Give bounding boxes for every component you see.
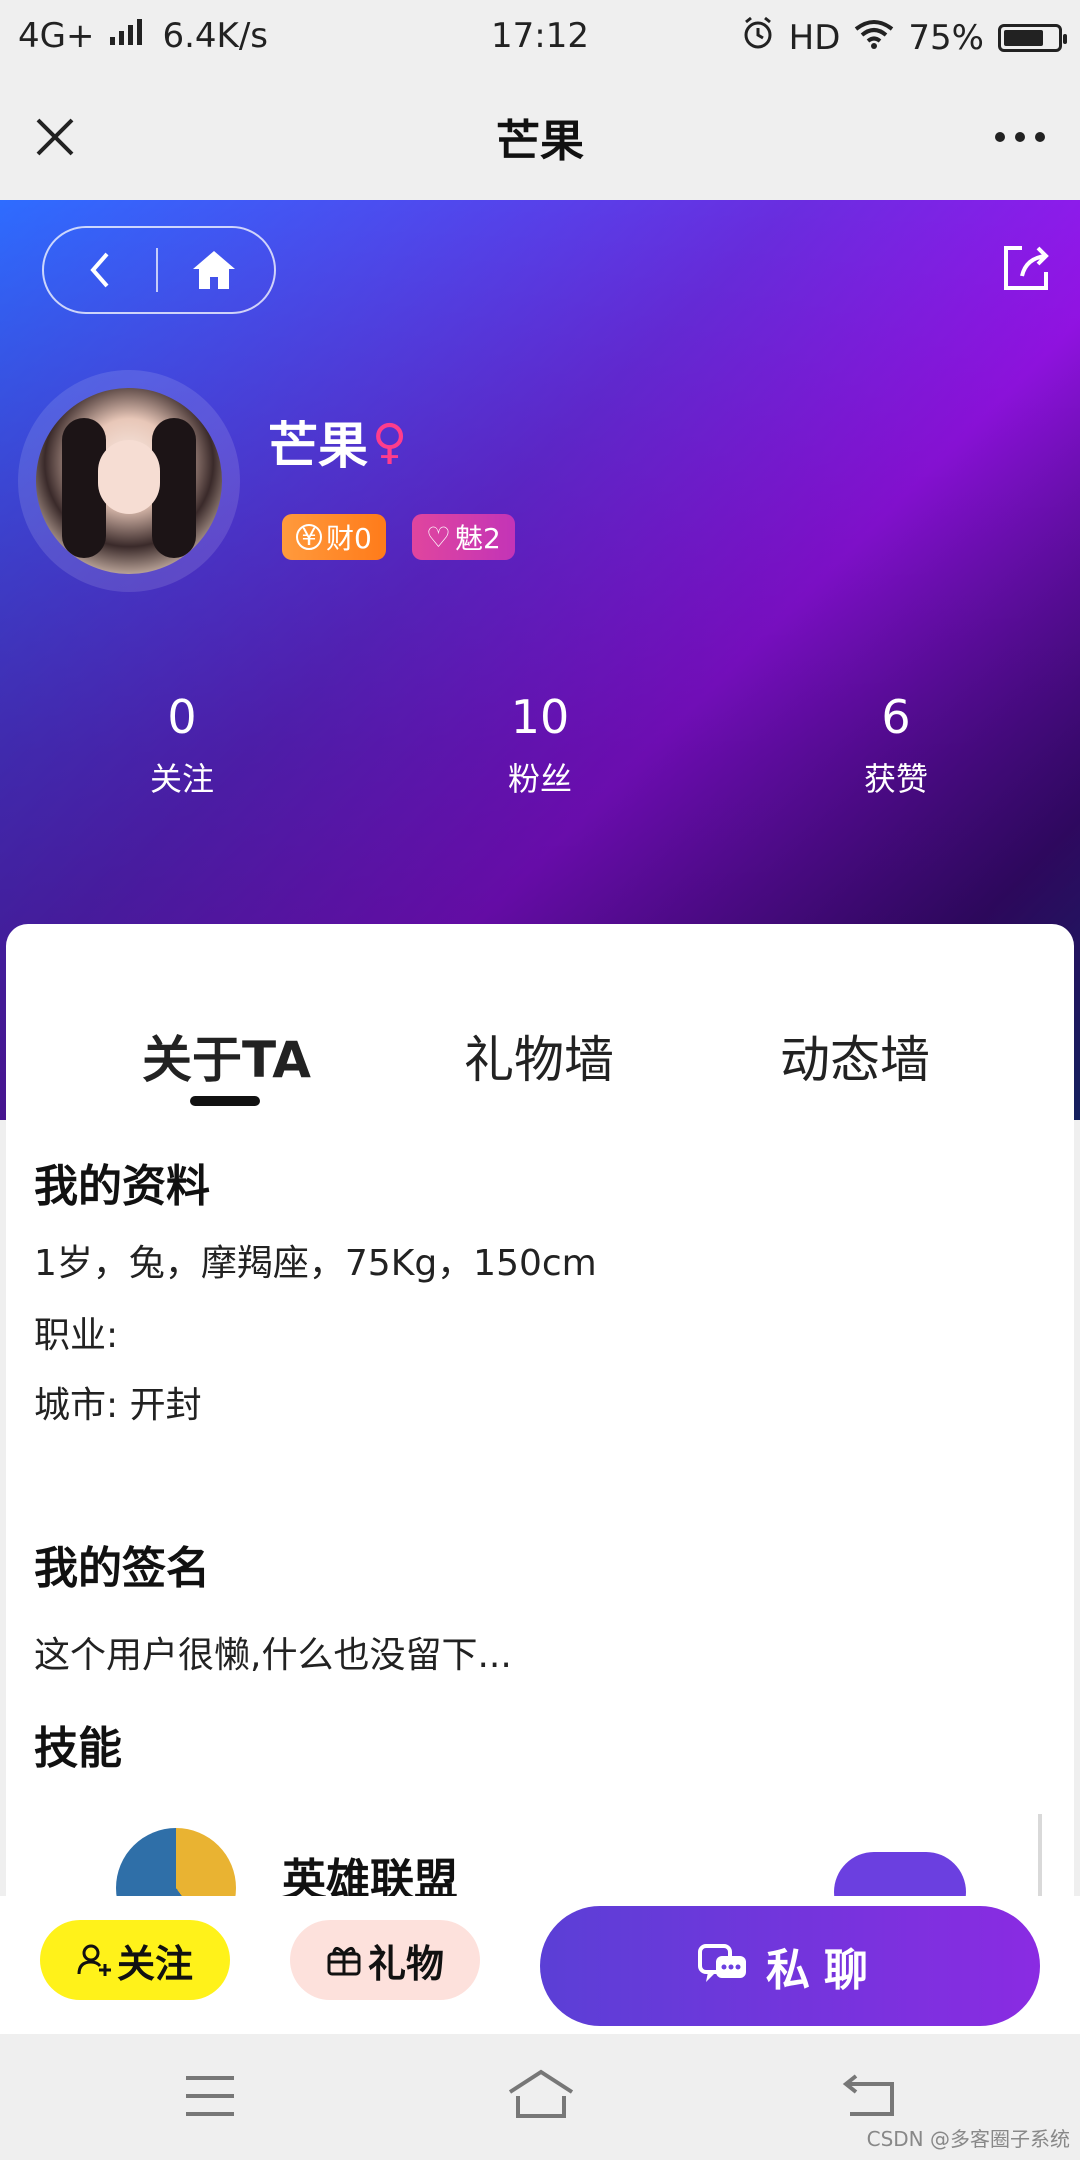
- heart-icon: ♡: [425, 520, 451, 554]
- profile-name-row: 芒果 ♀: [268, 406, 407, 478]
- badge-row: ¥ 财0 ♡ 魅2: [282, 514, 515, 560]
- back-arrow-icon: [842, 2074, 894, 2116]
- battery-percent: 75%: [908, 17, 984, 58]
- add-user-icon: [77, 1944, 111, 1976]
- tab-bar: 关于TA 礼物墙 动态墙: [6, 924, 1074, 1124]
- gift-button[interactable]: 礼物: [290, 1920, 480, 2000]
- chat-bubble-icon: [698, 1944, 746, 1982]
- close-icon: [36, 118, 74, 156]
- share-button[interactable]: [998, 240, 1054, 296]
- close-button[interactable]: [30, 112, 80, 162]
- charm-badge-label: 魅2: [454, 522, 501, 555]
- wealth-badge: ¥ 财0: [282, 514, 386, 560]
- signature-text: 这个用户很懒,什么也没留下...: [34, 1635, 512, 1676]
- charm-badge: ♡ 魅2: [411, 514, 515, 560]
- stat-following[interactable]: 0 关注: [82, 690, 282, 800]
- stat-value: 0: [167, 690, 197, 744]
- signature-section-title: 我的签名: [34, 1543, 210, 1594]
- system-nav-bar: CSDN @多客圈子系统: [0, 2034, 1080, 2160]
- menu-icon: [186, 2076, 234, 2116]
- profile-section-title: 我的资料: [34, 1161, 210, 1212]
- gift-icon: [327, 1947, 361, 1976]
- avatar[interactable]: [36, 388, 222, 574]
- stat-value: 10: [510, 690, 570, 744]
- city-line: 城市: 开封: [34, 1385, 202, 1426]
- avatar-ring: [18, 370, 240, 592]
- watermark: CSDN @多客圈子系统: [866, 2127, 1070, 2151]
- action-bar: 关注 礼物 私聊: [0, 1896, 1080, 2034]
- profile-info-line: 1岁，兔，摩羯座，75Kg，150cm: [34, 1243, 597, 1284]
- home-button[interactable]: [158, 228, 270, 312]
- wealth-badge-label: 财0: [326, 522, 372, 555]
- wifi-icon: [854, 18, 894, 58]
- status-bar: 4G+ 6.4K/s 17:12 HD 75%: [0, 0, 1080, 74]
- tab-moments-wall[interactable]: 动态墙: [780, 1020, 930, 1092]
- system-home-button[interactable]: [506, 2068, 576, 2122]
- stat-value: 6: [881, 690, 911, 744]
- battery-icon: [998, 23, 1067, 52]
- page-title: 芒果: [496, 116, 584, 167]
- stat-likes[interactable]: 6 获赞: [796, 690, 996, 800]
- tab-gift-wall[interactable]: 礼物墙: [464, 1020, 614, 1092]
- stat-followers[interactable]: 10 粉丝: [440, 690, 640, 800]
- home-outline-icon: [508, 2069, 574, 2118]
- stat-label: 获赞: [863, 760, 928, 798]
- tab-about[interactable]: 关于TA: [142, 1020, 311, 1092]
- gift-label: 礼物: [367, 1941, 444, 1986]
- stat-label: 关注: [149, 760, 214, 798]
- more-button[interactable]: [990, 112, 1050, 162]
- female-icon: ♀: [372, 414, 408, 470]
- skills-section-title: 技能: [34, 1723, 122, 1774]
- hd-indicator: HD: [788, 17, 841, 58]
- job-line: 职业:: [34, 1315, 119, 1356]
- chevron-left-icon: [90, 252, 109, 288]
- share-icon: [1004, 246, 1049, 290]
- system-back-button[interactable]: [842, 2072, 898, 2118]
- stat-label: 粉丝: [507, 760, 572, 798]
- more-icon: [995, 132, 1045, 142]
- nav-capsule: [42, 226, 276, 314]
- alarm-icon: [741, 16, 775, 59]
- follow-button[interactable]: 关注: [40, 1920, 230, 2000]
- title-bar: 芒果: [0, 74, 1080, 200]
- profile-name: 芒果: [268, 417, 368, 475]
- yen-coin-icon: ¥: [296, 524, 322, 550]
- tab-indicator: [190, 1096, 260, 1106]
- home-icon: [193, 251, 235, 289]
- recent-apps-button[interactable]: [184, 2074, 236, 2118]
- private-chat-button[interactable]: 私聊: [540, 1906, 1040, 2026]
- profile-content-card: 关于TA 礼物墙 动态墙 我的资料 1岁，兔，摩羯座，75Kg，150cm 职业…: [6, 924, 1074, 2054]
- private-chat-label: 私聊: [766, 1945, 882, 1996]
- follow-label: 关注: [116, 1941, 193, 1986]
- back-button[interactable]: [44, 228, 156, 312]
